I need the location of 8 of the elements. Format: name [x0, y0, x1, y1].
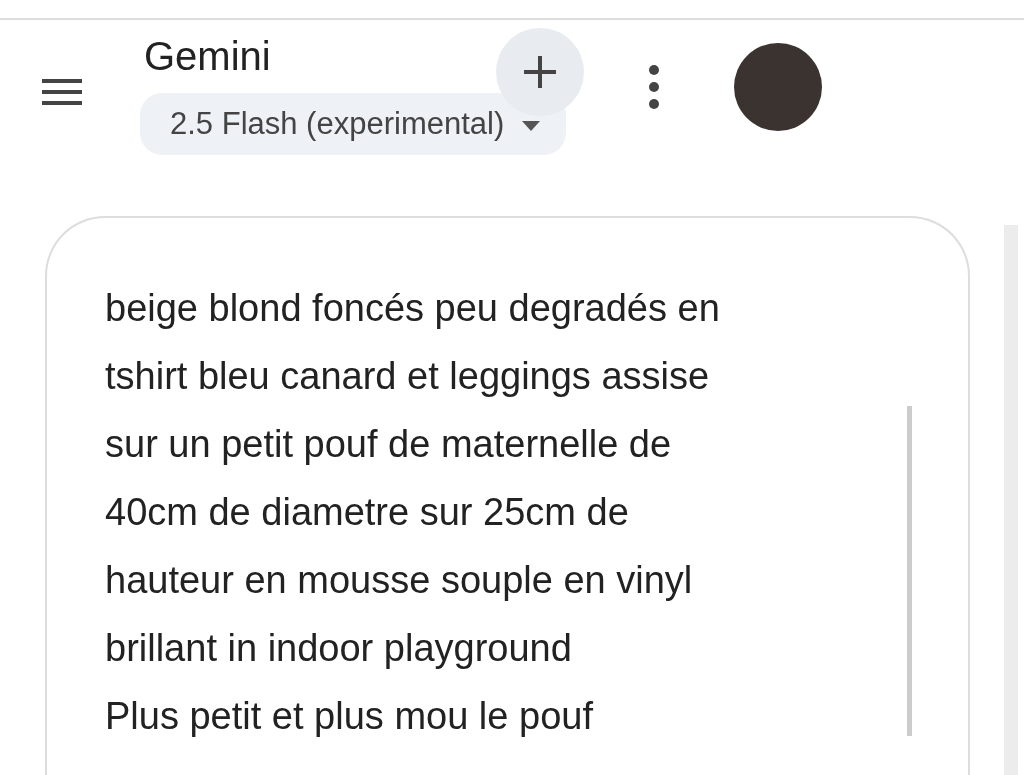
scrollbar[interactable] — [907, 406, 912, 736]
model-selector[interactable]: 2.5 Flash (experimental) — [140, 92, 567, 155]
app-title: Gemini — [144, 33, 271, 79]
menu-icon[interactable] — [42, 79, 82, 105]
prompt-text: beige blond foncés peu degradés en tshirt bleu canard et leggings assise sur un petit pouf de maternelle de 40cm de diametre sur 25cm de hauteur en mousse souple en vinyl brillant in indoor playground — [105, 286, 721, 671]
prompt-text: Plus petit et plus mou le pouf — [105, 694, 594, 739]
more-options-icon[interactable] — [648, 64, 661, 110]
caret-icon — [520, 118, 543, 133]
